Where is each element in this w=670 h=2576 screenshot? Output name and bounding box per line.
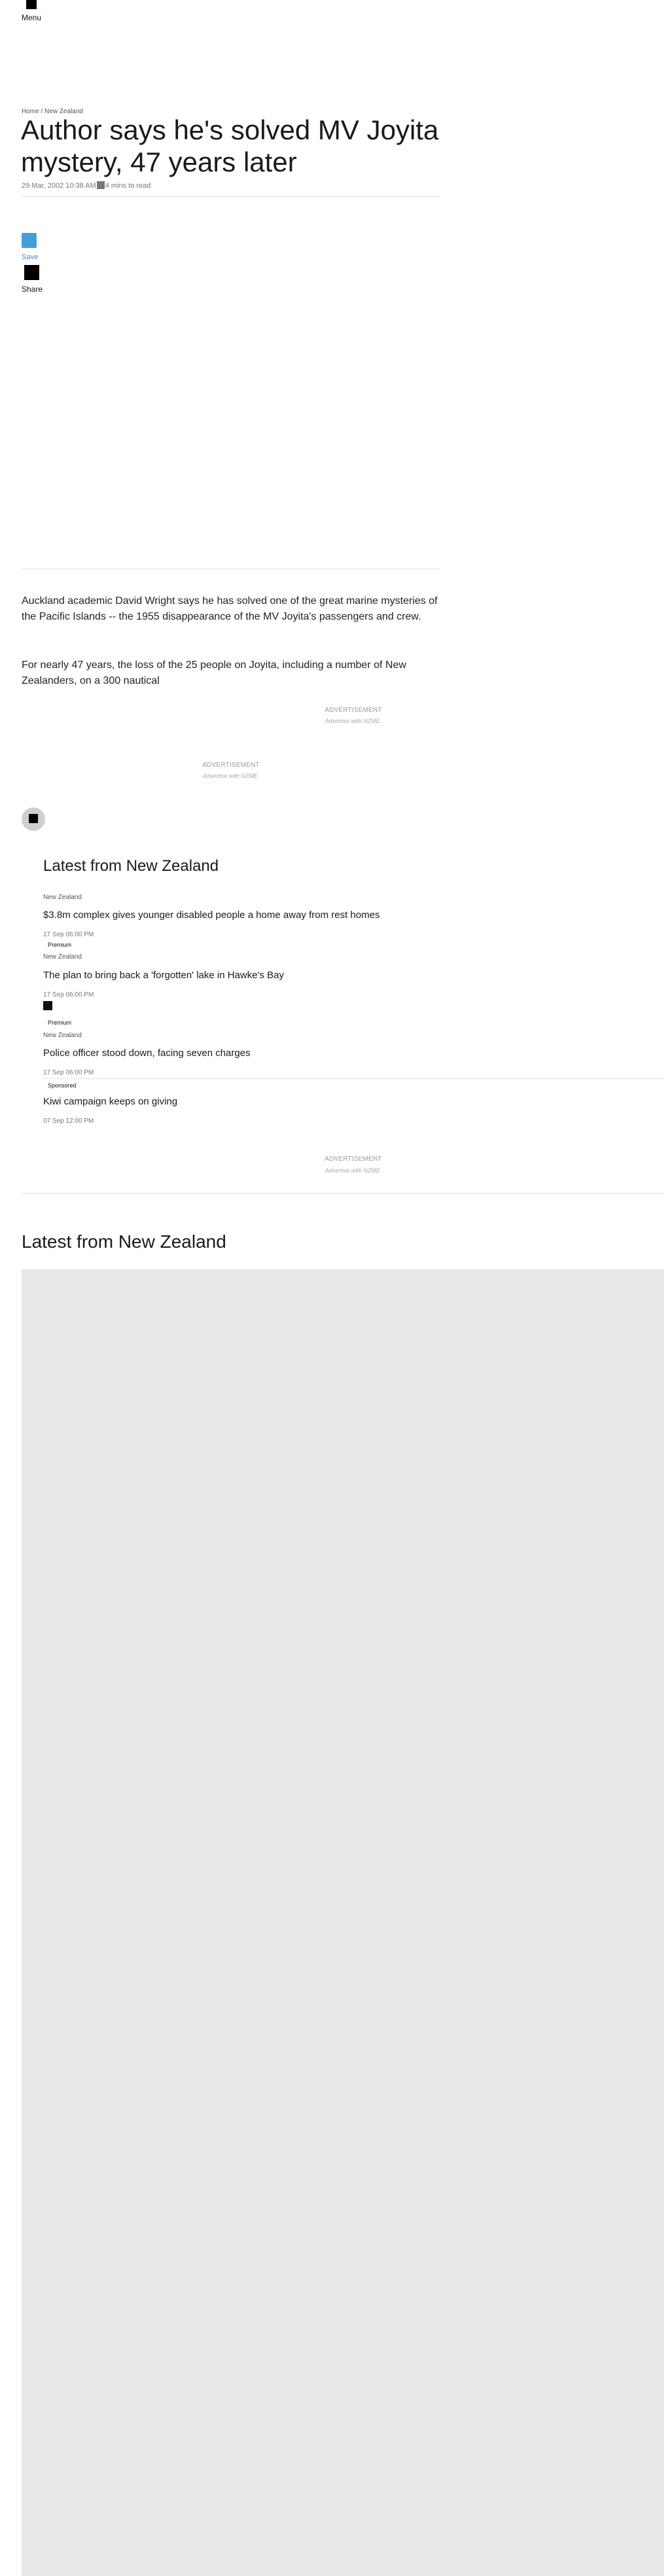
card-title[interactable]: The plan to bring back a 'forgotten' lak…	[43, 970, 501, 981]
ad-link[interactable]: Advertise with NZME.	[288, 1167, 419, 1174]
latest-section-title: Latest from New Zealand	[22, 1231, 226, 1252]
save-button[interactable]: Save	[22, 253, 38, 261]
clock-icon	[96, 181, 105, 189]
share-icon[interactable]	[24, 265, 39, 280]
bookmark-icon[interactable]	[22, 233, 37, 248]
menu-label[interactable]: Menu	[22, 13, 41, 22]
card-date: 17 Sep 06:00 PM	[43, 931, 94, 938]
premium-badge: Premium	[44, 940, 75, 949]
card-title[interactable]: $3.8m complex gives younger disabled peo…	[43, 909, 501, 921]
premium-badge: Premium	[44, 1018, 75, 1027]
card-section[interactable]: New Zealand	[43, 953, 82, 961]
ad-link[interactable]: Advertise with NZME.	[288, 718, 419, 724]
sponsored-badge: Sponsored	[44, 1081, 80, 1090]
card-date: 07 Sep 12:00 PM	[43, 1118, 94, 1125]
latest-section-title: Latest from New Zealand	[43, 857, 219, 875]
avatar-icon	[29, 814, 38, 823]
card-section[interactable]: New Zealand	[43, 1032, 82, 1039]
ad-label: ADVERTISEMENT	[202, 762, 260, 769]
read-time: 4 mins to read	[105, 182, 151, 190]
card-date: 17 Sep 06:00 PM	[43, 991, 94, 998]
article-meta: 29 Mar, 2002 10:38 AM 4 mins to read	[22, 181, 150, 190]
divider	[22, 196, 440, 197]
ad-label: ADVERTISEMENT	[325, 707, 382, 714]
page-title: Author says he's solved MV Joyita myster…	[21, 115, 439, 177]
share-button[interactable]: Share	[22, 285, 43, 294]
article-date: 29 Mar, 2002 10:38 AM	[22, 182, 96, 190]
content-placeholder	[22, 1269, 664, 2576]
card-date: 17 Sep 06:00 PM	[43, 1069, 94, 1076]
ad-link[interactable]: Advertise with NZME.	[166, 773, 296, 779]
article-paragraph: For nearly 47 years, the loss of the 25 …	[22, 660, 406, 686]
card-title[interactable]: Kiwi campaign keeps on giving	[43, 1096, 501, 1107]
menu-icon[interactable]	[26, 0, 37, 9]
divider	[43, 1078, 664, 1079]
article-paragraph: Auckland academic David Wright says he h…	[22, 595, 438, 622]
card-title[interactable]: Police officer stood down, facing seven …	[43, 1048, 501, 1059]
ad-label: ADVERTISEMENT	[325, 1156, 382, 1163]
premium-icon	[43, 1001, 52, 1010]
avatar[interactable]	[22, 807, 45, 831]
card-section[interactable]: New Zealand	[43, 894, 82, 901]
